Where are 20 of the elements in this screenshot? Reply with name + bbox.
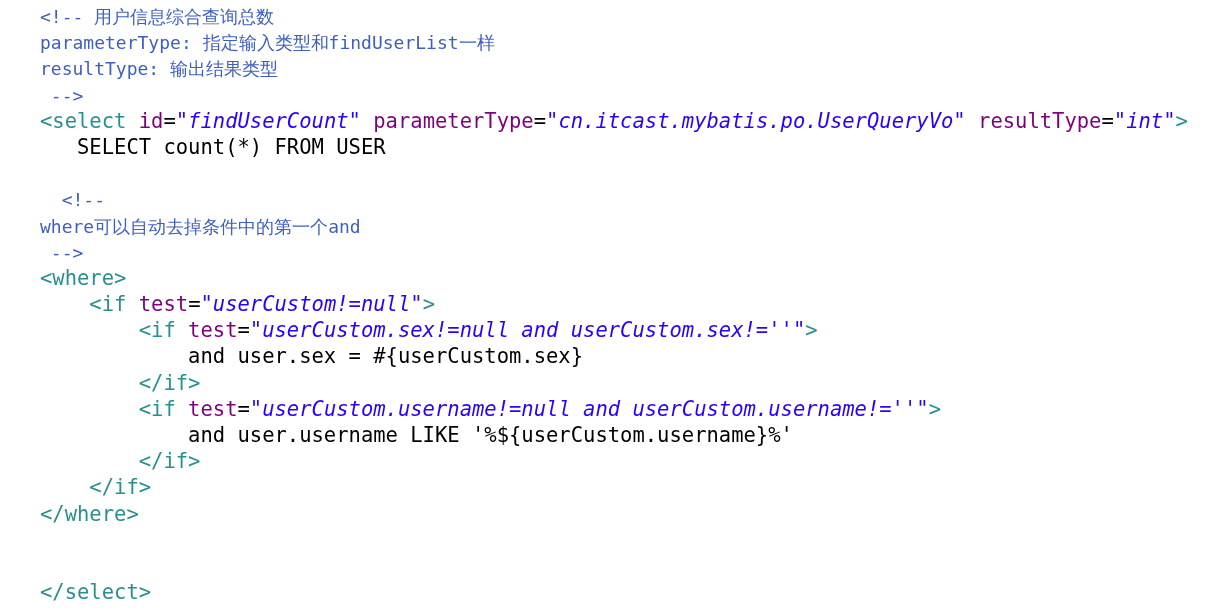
code-line: </where> <box>40 500 139 527</box>
code-line: </if> <box>137 448 201 475</box>
code-line: where可以自动去掉条件中的第一个and <box>40 214 361 239</box>
code-line: SELECT count(*) FROM USER <box>76 133 386 161</box>
code-line: and user.username LIKE '%${userCustom.username}%' <box>187 422 793 449</box>
code-line: <where> <box>40 264 127 292</box>
code-line: <select id="findUserCount" parameterType="cn.itcast.mybatis.po.UserQueryVo" resultType="int"> <box>40 107 1188 134</box>
code-line: </if> <box>137 369 201 396</box>
code-line: parameterType: 指定输入类型和findUserList一样 <box>40 31 495 56</box>
code-line: </select> <box>40 579 152 606</box>
code-line: --> <box>49 83 84 108</box>
code-line: <!-- 用户信息综合查询总数 <box>40 5 275 29</box>
code-line: resultType: 输出结果类型 <box>40 57 279 82</box>
code-line: <if test="userCustom.username!=null and userCustom.username!=''"> <box>137 395 941 422</box>
code-line: --> <box>49 240 84 265</box>
code-line: </if> <box>88 474 152 501</box>
code-line: <if test="userCustom!=null"> <box>88 291 435 318</box>
code-line: <!-- <box>60 188 106 213</box>
code-line: <if test="userCustom.sex!=null and userCustom.sex!=''"> <box>137 317 818 344</box>
code-line: and user.sex = #{userCustom.sex} <box>187 343 584 370</box>
